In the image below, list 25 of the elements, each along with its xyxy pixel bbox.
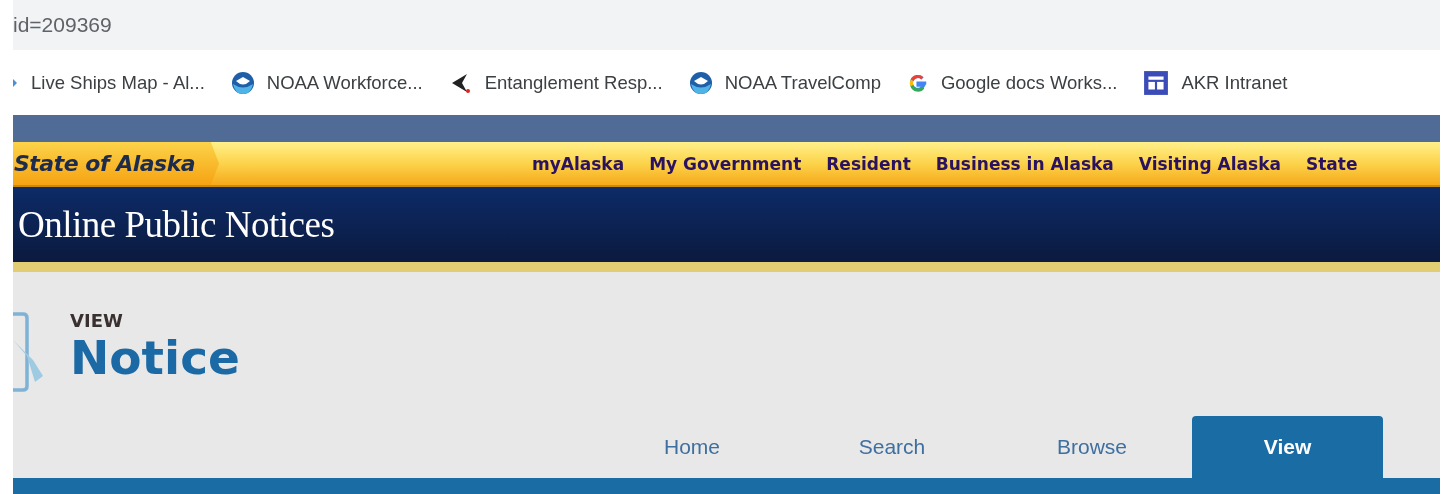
globe-icon[interactable]	[688, 70, 713, 95]
nav-tab[interactable]: Search	[792, 416, 992, 478]
nav-tab[interactable]: Browse	[992, 416, 1192, 478]
site-title: Online Public Notices	[18, 203, 335, 246]
bookmark-link[interactable]: Google docs Works...	[940, 71, 1118, 94]
bookmark-link[interactable]: NOAA TravelComp	[724, 71, 881, 94]
nav-link[interactable]: State	[1305, 153, 1358, 174]
nav-tab[interactable]: Home	[592, 416, 792, 478]
nav-tab[interactable]: View	[1192, 416, 1383, 478]
address-url[interactable]: id=209369	[13, 13, 112, 37]
document-icon	[13, 310, 45, 392]
globe-icon[interactable]	[230, 70, 255, 95]
page-kicker: VIEW	[70, 310, 124, 331]
layout-icon[interactable]	[1143, 69, 1170, 96]
nav-link[interactable]: Resident	[826, 153, 911, 174]
nav-link[interactable]: Business in Alaska	[935, 153, 1114, 174]
bookmark-link[interactable]: Live Ships Map - Al...	[31, 71, 205, 94]
bookmark-link[interactable]: NOAA Workforce...	[266, 71, 423, 94]
bookmark-link[interactable]: Entanglement Resp...	[484, 71, 663, 94]
nav-link[interactable]: Visiting Alaska	[1138, 153, 1281, 174]
nav-link[interactable]: myAlaska	[532, 153, 625, 174]
page-title: Notice	[70, 331, 240, 385]
state-logo[interactable]: State of Alaska	[13, 142, 219, 185]
bookmark-link[interactable]: AKR Intranet	[1181, 71, 1288, 94]
nav-link[interactable]: My Government	[649, 153, 802, 174]
